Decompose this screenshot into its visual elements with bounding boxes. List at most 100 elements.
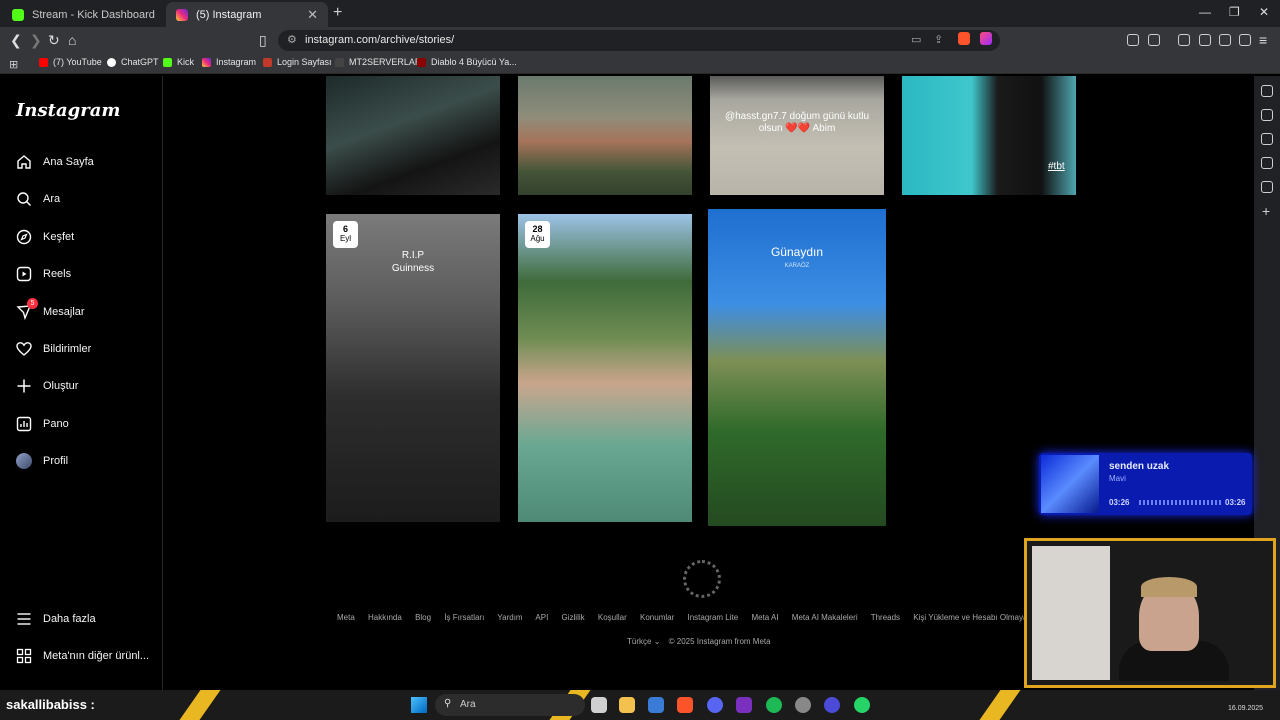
nextcloud-icon[interactable] bbox=[736, 697, 752, 713]
minimize-icon[interactable]: — bbox=[1199, 5, 1211, 19]
story-thumbnail[interactable]: @hasst.gn7.7 doğum günü kutlu olsun ❤️❤️… bbox=[710, 76, 884, 195]
time-elapsed: 03:26 bbox=[1109, 498, 1130, 507]
new-tab-icon[interactable]: + bbox=[333, 4, 342, 22]
bookmark-chatgpt[interactable]: ChatGPT bbox=[107, 57, 159, 67]
taskbar: sakallibabiss : ⚲ Ara 16.09.2025 bbox=[0, 690, 1280, 720]
footer-link[interactable]: Konumlar bbox=[640, 613, 674, 622]
brave-rewards-icon[interactable] bbox=[980, 32, 992, 45]
windows-start-icon[interactable] bbox=[411, 697, 427, 713]
story-thumbnail[interactable] bbox=[518, 76, 692, 195]
bookmark-login[interactable]: Login Sayfası bbox=[263, 57, 332, 67]
leo-ai-icon[interactable] bbox=[1219, 34, 1231, 46]
restore-icon[interactable]: ❐ bbox=[1229, 5, 1240, 19]
apps-grid-icon[interactable]: ⊞ bbox=[9, 58, 18, 71]
bookmark-icon[interactable]: ▯ bbox=[259, 32, 267, 49]
leo-panel-icon[interactable] bbox=[1261, 85, 1273, 97]
footer-link[interactable]: Meta bbox=[337, 613, 355, 622]
bookmarks-panel-icon[interactable] bbox=[1261, 109, 1273, 121]
share-icon[interactable]: ⇪ bbox=[934, 33, 943, 46]
footer-link[interactable]: API bbox=[535, 613, 548, 622]
nav-reels[interactable]: Reels bbox=[16, 262, 71, 286]
nav-create[interactable]: Oluştur bbox=[16, 374, 78, 398]
streamer-hair bbox=[1141, 577, 1197, 597]
kick-icon bbox=[163, 57, 172, 67]
footer-link[interactable]: Gizlilik bbox=[562, 613, 585, 622]
story-thumbnail[interactable]: Günaydın KARAÖZ bbox=[708, 209, 886, 526]
bookmark-mt2[interactable]: MT2SERVERLAR bbox=[335, 57, 421, 67]
login-icon bbox=[263, 57, 272, 67]
footer-link[interactable]: Meta AI bbox=[751, 613, 778, 622]
url-bar[interactable]: ⚙ instagram.com/archive/stories/ ▭ ⇪ bbox=[278, 30, 1000, 51]
footer-link[interactable]: Hakkında bbox=[368, 613, 402, 622]
browser-tab-bar: Stream - Kick Dashboard (5) Instagram ✕ … bbox=[0, 0, 1280, 27]
plus-icon bbox=[16, 378, 32, 394]
wallet-icon[interactable] bbox=[1199, 34, 1211, 46]
tab-manager-icon[interactable] bbox=[1148, 34, 1160, 46]
vpn-icon[interactable] bbox=[1239, 34, 1251, 46]
bookmark-youtube[interactable]: (7) YouTube bbox=[39, 57, 102, 67]
whatsapp-icon[interactable] bbox=[854, 697, 870, 713]
instagram-logo[interactable]: Instagram bbox=[16, 100, 120, 121]
nav-messages[interactable]: 5 Mesajlar bbox=[16, 298, 85, 324]
youtube-icon bbox=[39, 57, 48, 67]
bookmarks-bar: ⊞ (7) YouTube ChatGPT Kick Instagram Log… bbox=[0, 54, 1280, 74]
sidebar-toggle-icon[interactable] bbox=[1178, 34, 1190, 46]
search-icon: ⚲ bbox=[444, 698, 452, 709]
taskbar-date: 16.09.2025 bbox=[1228, 705, 1264, 712]
story-thumbnail[interactable]: 28 Ağu bbox=[518, 214, 692, 522]
tab-instagram[interactable]: (5) Instagram ✕ bbox=[166, 2, 328, 27]
file-explorer-icon[interactable] bbox=[619, 697, 635, 713]
history-panel-icon[interactable] bbox=[1261, 181, 1273, 193]
close-tab-icon[interactable]: ✕ bbox=[307, 7, 318, 23]
store-icon[interactable] bbox=[648, 697, 664, 713]
time-total: 03:26 bbox=[1225, 498, 1246, 507]
close-window-icon[interactable]: ✕ bbox=[1259, 5, 1269, 19]
nav-more[interactable]: Daha fazla bbox=[16, 607, 96, 631]
back-icon[interactable]: ❮ bbox=[10, 32, 22, 49]
footer-link[interactable]: Blog bbox=[415, 613, 431, 622]
forward-icon[interactable]: ❯ bbox=[30, 32, 42, 49]
tab-kick-dashboard[interactable]: Stream - Kick Dashboard bbox=[2, 2, 166, 27]
home-browser-icon[interactable]: ⌂ bbox=[68, 32, 76, 48]
taskbar-search[interactable]: ⚲ Ara bbox=[435, 694, 585, 716]
bookmark-instagram[interactable]: Instagram bbox=[202, 57, 256, 67]
nav-profile[interactable]: Profil bbox=[16, 449, 68, 473]
extensions-icon[interactable] bbox=[1127, 34, 1139, 46]
language-select[interactable]: Türkçe bbox=[627, 637, 651, 646]
bookmark-kick[interactable]: Kick bbox=[163, 57, 194, 67]
nav-explore[interactable]: Keşfet bbox=[16, 225, 74, 249]
bookmark-diablo[interactable]: Diablo 4 Büyücü Ya... bbox=[417, 57, 517, 67]
cast-icon[interactable]: ▭ bbox=[911, 33, 921, 46]
settings-gear-icon[interactable] bbox=[795, 697, 811, 713]
reading-list-icon[interactable] bbox=[1261, 157, 1273, 169]
nav-meta-apps[interactable]: Meta'nın diğer ürünl... bbox=[16, 644, 149, 668]
mt2-icon bbox=[335, 57, 344, 67]
story-thumbnail[interactable]: #tbt bbox=[902, 76, 1076, 195]
chevron-down-icon[interactable]: ⌄ bbox=[654, 637, 663, 646]
story-thumbnail[interactable] bbox=[326, 76, 500, 195]
brave-browser-icon[interactable] bbox=[677, 697, 693, 713]
add-panel-icon[interactable]: + bbox=[1262, 203, 1270, 219]
footer-link[interactable]: İş Fırsatları bbox=[444, 613, 484, 622]
reload-icon[interactable]: ↻ bbox=[48, 32, 60, 49]
brave-shields-icon[interactable] bbox=[958, 32, 970, 45]
footer-link[interactable]: Instagram Lite bbox=[688, 613, 739, 622]
story-thumbnail[interactable]: 6 Eyl R.I.P Guinness bbox=[326, 214, 500, 522]
discord-icon[interactable] bbox=[707, 697, 723, 713]
task-view-icon[interactable] bbox=[591, 697, 607, 713]
nav-dashboard[interactable]: Pano bbox=[16, 412, 69, 436]
obs-icon[interactable] bbox=[824, 697, 840, 713]
footer-link[interactable]: Koşullar bbox=[598, 613, 627, 622]
nav-home[interactable]: Ana Sayfa bbox=[16, 150, 94, 174]
nav-search[interactable]: Ara bbox=[16, 187, 60, 211]
footer-link[interactable]: Yardım bbox=[497, 613, 522, 622]
copyright-text: © 2025 Instagram from Meta bbox=[668, 637, 771, 646]
site-info-icon[interactable]: ⚙ bbox=[287, 33, 297, 46]
wallet-panel-icon[interactable] bbox=[1261, 133, 1273, 145]
footer-link[interactable]: Threads bbox=[871, 613, 900, 622]
search-icon bbox=[16, 191, 32, 207]
spotify-icon[interactable] bbox=[766, 697, 782, 713]
nav-notifications[interactable]: Bildirimler bbox=[16, 337, 91, 361]
menu-icon[interactable]: ≡ bbox=[1259, 32, 1267, 48]
footer-link[interactable]: Meta AI Makaleleri bbox=[792, 613, 858, 622]
